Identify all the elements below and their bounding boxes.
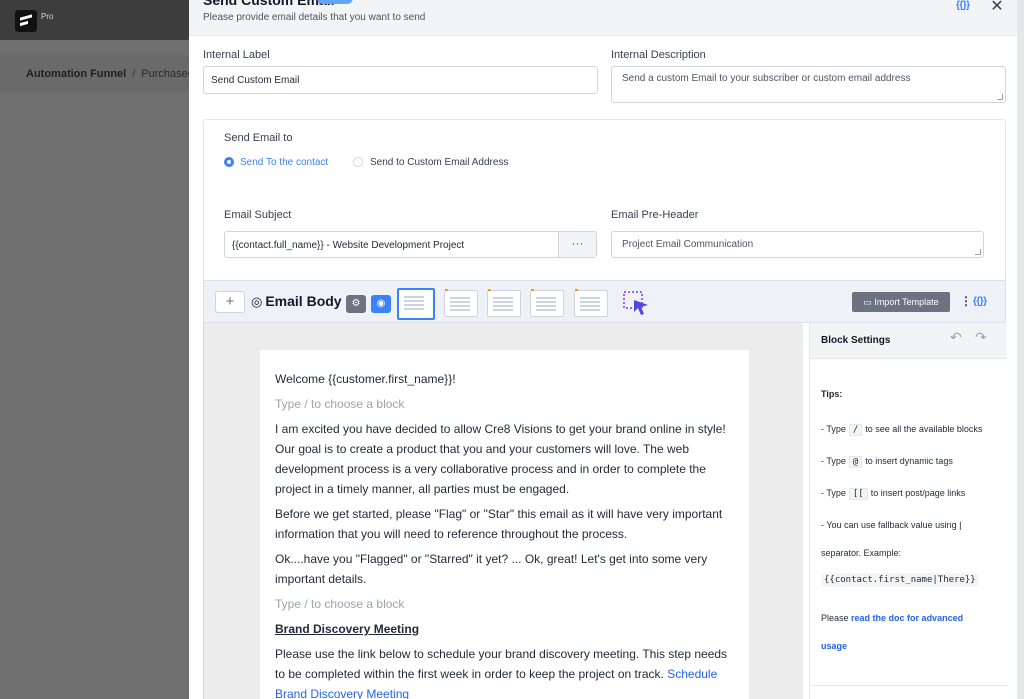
modal-title-badge bbox=[317, 0, 353, 4]
tip-brackets-pre: - Type bbox=[821, 488, 846, 498]
modal-subtitle: Please provide email details that you wa… bbox=[203, 12, 426, 23]
modal-title: Send Custom Email bbox=[203, 0, 335, 8]
tip-brackets-post: to insert post/page links bbox=[870, 488, 966, 498]
breadcrumb-root[interactable]: Automation Funnel bbox=[26, 68, 126, 80]
resize-handle[interactable] bbox=[975, 249, 981, 255]
import-template-button[interactable]: ▭ Import Template bbox=[852, 292, 950, 312]
doc-link[interactable]: read the doc for advanced bbox=[851, 613, 963, 623]
template-layout-3[interactable] bbox=[487, 290, 521, 317]
intro-paragraph[interactable]: I am excited you have decided to allow C… bbox=[275, 419, 740, 499]
fallback-example: {{contact.first_name|There}} bbox=[821, 573, 979, 587]
template-badge-dot bbox=[488, 289, 491, 291]
block-settings-panel: Block Settings ↶ ↷ Tips: - Type / to see a… bbox=[809, 323, 1007, 699]
template-badge-dot bbox=[531, 289, 534, 291]
schedule-paragraph[interactable]: Please use the link below to schedule yo… bbox=[275, 644, 740, 699]
tip-slash-post: to see all the available blocks bbox=[865, 424, 983, 434]
radio-custom-email[interactable] bbox=[353, 157, 363, 167]
resize-handle[interactable] bbox=[997, 94, 1003, 100]
breadcrumb-separator: / bbox=[132, 68, 136, 80]
schedule-paragraph-text: Please use the link below to schedule yo… bbox=[275, 647, 728, 681]
email-body-toolbar: + ◎ Email Body ⚙ ◉ ▭ Import Template ⋮ {{… bbox=[203, 280, 1006, 323]
tip-at-key: @ bbox=[848, 456, 863, 468]
doc-note-prefix: Please bbox=[821, 613, 849, 623]
flag-paragraph[interactable]: Before we get started, please "Flag" or … bbox=[275, 504, 740, 544]
block-placeholder[interactable]: Type / to choose a block bbox=[275, 394, 740, 414]
email-body-title-text: Email Body bbox=[265, 293, 342, 309]
radio-send-to-contact[interactable] bbox=[224, 157, 234, 167]
tip-at-pre: - Type bbox=[821, 456, 846, 466]
template-badge-dot bbox=[445, 289, 448, 291]
settings-gear-button[interactable]: ⚙ bbox=[346, 295, 366, 313]
visual-builder-icon[interactable] bbox=[622, 290, 650, 316]
import-template-label: Import Template bbox=[874, 297, 939, 307]
internal-description-value: Send a custom Email to your subscriber o… bbox=[622, 73, 911, 84]
tip-fallback: - You can use fallback value using | bbox=[821, 520, 962, 530]
internal-description-textarea[interactable]: Send a custom Email to your subscriber o… bbox=[611, 66, 1006, 103]
template-layout-4[interactable] bbox=[530, 290, 564, 317]
send-email-to-label: Send Email to bbox=[224, 132, 293, 144]
block-placeholder[interactable]: Type / to choose a block bbox=[275, 594, 740, 614]
email-subject-label: Email Subject bbox=[224, 209, 292, 221]
redo-icon[interactable]: ↷ bbox=[975, 329, 987, 346]
more-options-icon[interactable]: ⋮ bbox=[960, 294, 972, 308]
tip-fallback-separator: separator. Example: bbox=[821, 548, 902, 558]
email-editor-area: Welcome {{customer.first_name}}! Type / … bbox=[203, 323, 803, 699]
close-button[interactable]: ✕ bbox=[988, 0, 1006, 15]
email-subject-value: {{contact.full_name}} - Website Developm… bbox=[232, 240, 465, 251]
block-settings-header: Block Settings ↶ ↷ bbox=[810, 323, 1007, 359]
radio-send-to-contact-label[interactable]: Send To the contact bbox=[240, 157, 328, 168]
email-body-title: ◎ Email Body bbox=[251, 293, 342, 310]
undo-icon[interactable]: ↶ bbox=[950, 329, 962, 346]
template-layout-2[interactable] bbox=[444, 290, 478, 317]
email-body-icon: ◎ bbox=[251, 294, 263, 309]
tip-brackets-key: [[ bbox=[848, 488, 868, 500]
toolbar-smartcode-icon[interactable]: {{}} bbox=[973, 296, 987, 307]
tip-slash-pre: - Type bbox=[821, 424, 846, 434]
template-badge-dot bbox=[575, 289, 578, 291]
folder-icon: ▭ bbox=[863, 297, 875, 307]
internal-label-label: Internal Label bbox=[203, 49, 270, 61]
smartcode-icon[interactable]: {{}} bbox=[956, 0, 970, 11]
email-preheader-value: Project Email Communication bbox=[622, 239, 754, 250]
internal-description-label: Internal Description bbox=[611, 49, 706, 61]
send-settings-section bbox=[203, 119, 1006, 289]
tips-label: Tips: bbox=[821, 389, 843, 399]
fallback-example-code: {{contact.first_name|There}} bbox=[821, 573, 979, 587]
brand-logo-icon[interactable] bbox=[15, 10, 37, 32]
tip-slash: - Type / to see all the available blocks bbox=[821, 424, 982, 436]
panel-divider bbox=[810, 685, 1007, 686]
tip-at: - Type @ to insert dynamic tags bbox=[821, 456, 953, 468]
doc-link-continued[interactable]: usage bbox=[821, 641, 847, 651]
subject-smartcode-button[interactable]: ··· bbox=[558, 232, 596, 257]
template-layout-5[interactable] bbox=[574, 290, 608, 317]
welcome-paragraph[interactable]: Welcome {{customer.first_name}}! bbox=[275, 369, 740, 389]
flagged-paragraph[interactable]: Ok....have you "Flagged" or "Starred" it… bbox=[275, 549, 740, 589]
send-email-modal: Send Custom Email Please provide email d… bbox=[189, 0, 1017, 699]
brand-discovery-heading[interactable]: Brand Discovery Meeting bbox=[275, 619, 740, 639]
breadcrumb: Automation Funnel / Purchased V bbox=[26, 68, 204, 80]
template-layout-1[interactable] bbox=[397, 288, 435, 320]
tip-at-post: to insert dynamic tags bbox=[865, 456, 953, 466]
tip-brackets: - Type[[to insert post/page links bbox=[821, 488, 965, 500]
doc-note: Please read the doc for advanced bbox=[821, 613, 963, 623]
modal-header: Send Custom Email Please provide email d… bbox=[189, 0, 1017, 36]
add-block-button[interactable]: + bbox=[215, 291, 245, 313]
internal-label-input[interactable] bbox=[203, 66, 598, 94]
email-preheader-input[interactable]: Project Email Communication bbox=[611, 231, 984, 258]
block-settings-title: Block Settings bbox=[821, 335, 891, 346]
radio-custom-email-label[interactable]: Send to Custom Email Address bbox=[370, 157, 508, 168]
tip-slash-key: / bbox=[848, 424, 863, 436]
email-subject-input[interactable]: {{contact.full_name}} - Website Developm… bbox=[224, 231, 597, 258]
preview-eye-button[interactable]: ◉ bbox=[371, 295, 391, 313]
email-preheader-label: Email Pre-Header bbox=[611, 209, 699, 221]
brand-pro-label: Pro bbox=[41, 12, 54, 21]
email-canvas[interactable]: Welcome {{customer.first_name}}! Type / … bbox=[260, 350, 749, 699]
